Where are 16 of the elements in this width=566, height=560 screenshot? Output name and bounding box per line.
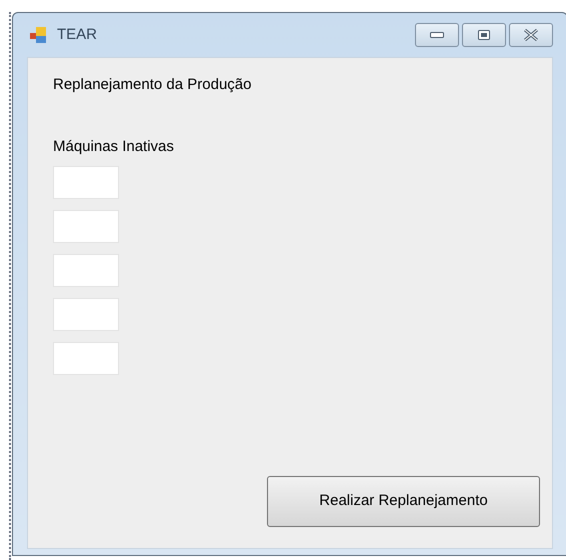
input-field[interactable] bbox=[53, 298, 119, 331]
minimize-icon bbox=[430, 32, 444, 38]
replan-button[interactable]: Realizar Replanejamento bbox=[267, 476, 540, 527]
close-icon bbox=[523, 29, 539, 41]
maximize-button[interactable] bbox=[462, 23, 506, 47]
close-button[interactable] bbox=[509, 23, 553, 47]
form-heading: Replanejamento da Produção bbox=[53, 75, 252, 95]
input-field[interactable] bbox=[53, 254, 119, 287]
input-field[interactable] bbox=[53, 166, 119, 199]
restore-icon bbox=[478, 30, 490, 40]
input-field[interactable] bbox=[53, 210, 119, 243]
app-icon bbox=[29, 26, 49, 44]
minimize-button[interactable] bbox=[415, 23, 459, 47]
section-label: Máquinas Inativas bbox=[53, 137, 175, 157]
input-field[interactable] bbox=[53, 342, 119, 375]
window-title: TEAR bbox=[57, 24, 98, 45]
